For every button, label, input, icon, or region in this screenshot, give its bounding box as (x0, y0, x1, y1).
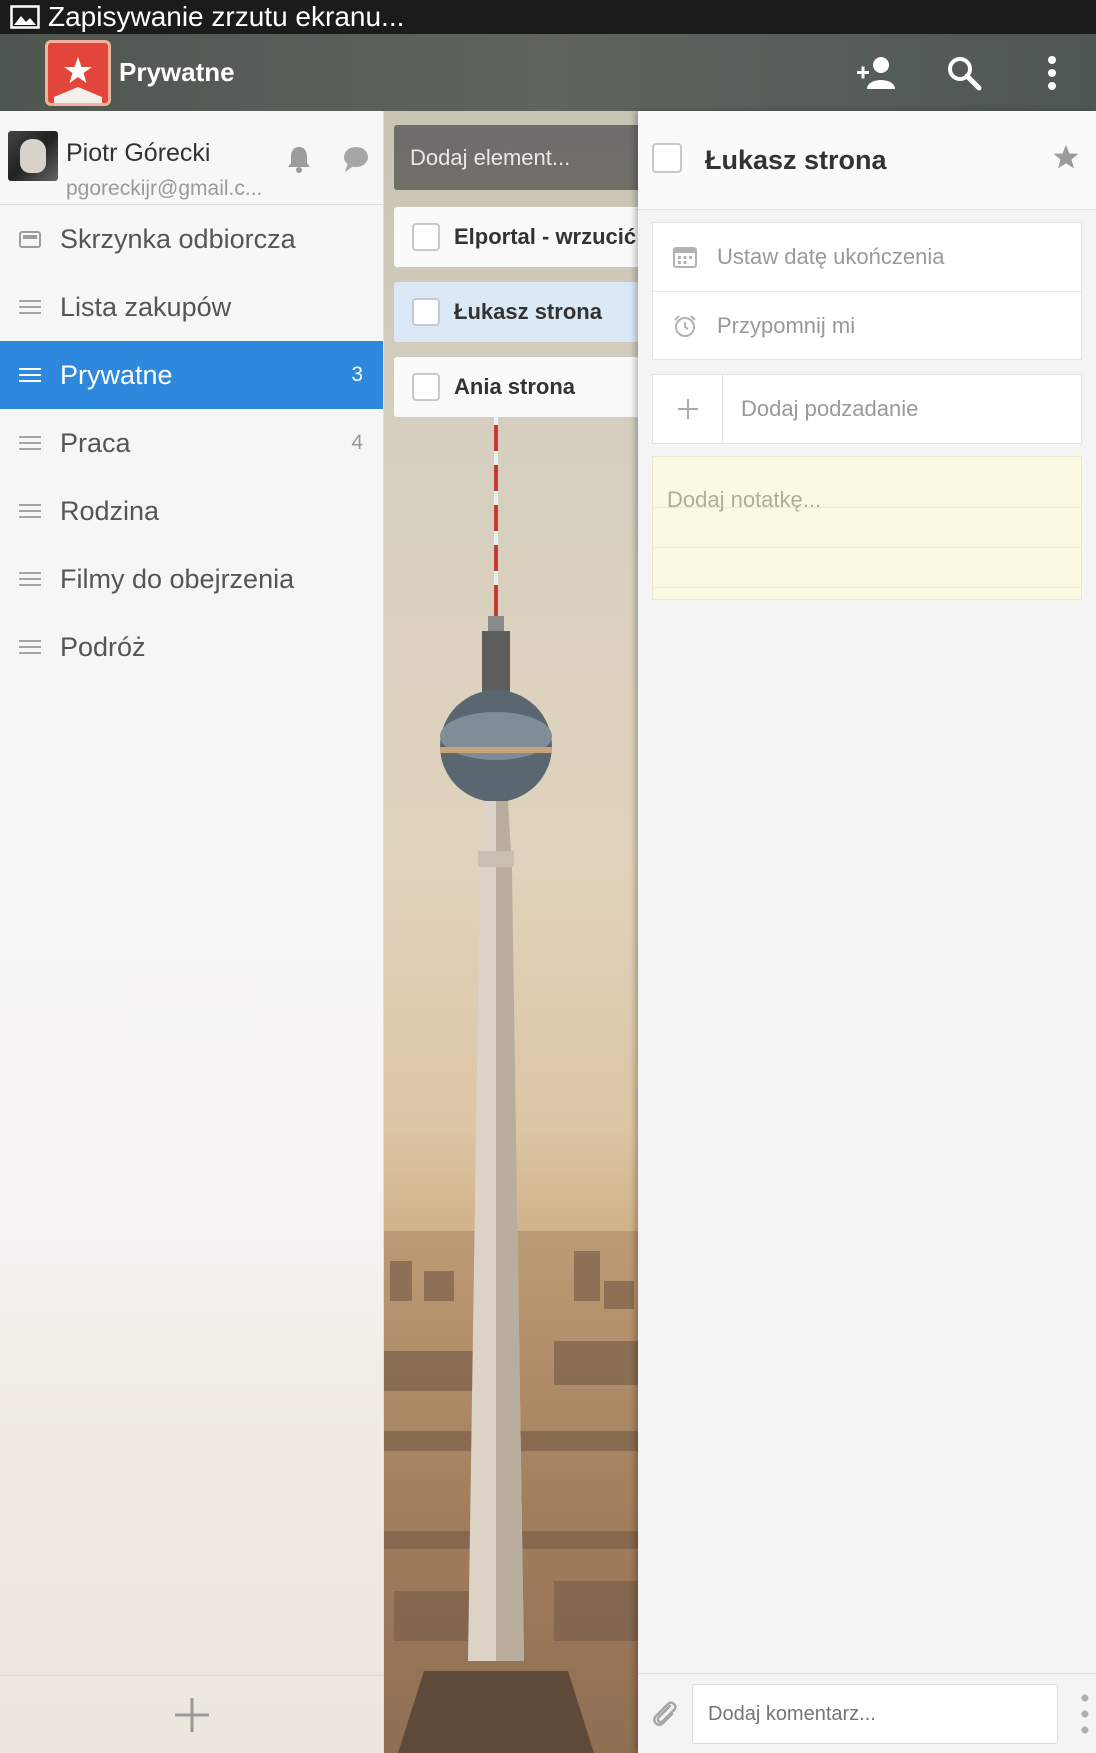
inbox-icon (19, 231, 41, 248)
task-list-panel: Dodaj element... Elportal - wrzucić Łuka… (384, 111, 638, 1753)
more-vertical-icon (1048, 55, 1056, 90)
calendar-icon (673, 247, 697, 268)
note-placeholder: Dodaj notatkę... (667, 487, 822, 512)
status-text: Zapisywanie zrzutu ekranu... (48, 1, 405, 32)
plus-icon (677, 399, 698, 419)
add-subtask-button[interactable] (653, 375, 723, 443)
status-bar: Zapisywanie zrzutu ekranu... (0, 0, 1096, 34)
profile-header[interactable]: Piotr Górecki pgoreckijr@gmail.c... (0, 111, 383, 205)
sidebar-list: Skrzynka odbiorcza Lista zakupów Prywatn… (0, 205, 383, 681)
app-logo (45, 39, 111, 106)
list-icon (19, 504, 41, 518)
sidebar-item-family[interactable]: Rodzina (0, 477, 383, 545)
task-item-ania-strona[interactable]: Ania strona (394, 357, 638, 417)
image-icon (10, 5, 40, 29)
dates-card: Ustaw datę ukończenia Przypomnij mi (652, 222, 1082, 360)
list-icon (19, 572, 41, 586)
sidebar-item-label: Skrzynka odbiorcza (60, 223, 296, 254)
note-area[interactable]: Dodaj notatkę... (652, 456, 1082, 600)
sidebar-item-movies[interactable]: Filmy do obejrzenia (0, 545, 383, 613)
add-subtask-label: Dodaj podzadanie (741, 396, 919, 421)
task-item-lukasz-strona[interactable]: Łukasz strona (394, 282, 638, 342)
add-list-button[interactable] (0, 1675, 384, 1753)
sidebar-item-label: Prywatne (60, 359, 173, 390)
chat-bubble-icon[interactable] (342, 145, 370, 173)
task-label: Ania strona (454, 374, 576, 399)
add-user-button[interactable] (832, 34, 920, 111)
detail-header: Łukasz strona (638, 111, 1096, 210)
app-bar: Prywatne (0, 34, 1096, 111)
add-user-icon (857, 56, 895, 89)
sidebar-item-count: 4 (351, 431, 363, 454)
task-checkbox[interactable] (412, 223, 440, 251)
sidebar-item-label: Podróż (60, 631, 146, 662)
sidebar-item-private[interactable]: Prywatne 3 (0, 341, 383, 409)
search-button[interactable] (920, 34, 1008, 111)
sidebar-item-label: Rodzina (60, 495, 160, 526)
sidebar-item-label: Praca (60, 427, 131, 458)
due-date-label: Ustaw datę ukończenia (717, 244, 945, 269)
plus-icon (175, 1697, 209, 1732)
star-ribbon-icon (54, 42, 102, 103)
add-subtask-row[interactable]: Dodaj podzadanie (653, 375, 1081, 443)
bell-icon[interactable] (286, 145, 312, 173)
due-date-row[interactable]: Ustaw datę ukończenia (653, 223, 1081, 291)
list-icon (19, 436, 41, 450)
paperclip-icon[interactable] (650, 1698, 678, 1728)
sidebar-item-inbox[interactable]: Skrzynka odbiorcza (0, 205, 383, 273)
task-label: Łukasz strona (454, 299, 602, 324)
list-icon (19, 368, 41, 382)
sidebar: Piotr Górecki pgoreckijr@gmail.c... Skrz… (0, 111, 384, 1753)
avatar (8, 131, 58, 181)
sidebar-item-label: Filmy do obejrzenia (60, 563, 295, 594)
comment-input[interactable] (692, 1684, 1058, 1744)
add-item-input[interactable]: Dodaj element... (394, 125, 638, 190)
list-icon (19, 300, 41, 314)
sidebar-item-shopping-list[interactable]: Lista zakupów (0, 273, 383, 341)
task-checkbox[interactable] (412, 373, 440, 401)
alarm-clock-icon (674, 314, 696, 337)
more-vertical-icon[interactable] (1080, 1692, 1090, 1736)
detail-title[interactable]: Łukasz strona (705, 145, 887, 176)
reminder-row[interactable]: Przypomnij mi (653, 291, 1081, 359)
reminder-label: Przypomnij mi (717, 312, 856, 338)
comment-bar (638, 1673, 1096, 1753)
star-icon[interactable] (1052, 143, 1080, 171)
task-checkbox[interactable] (412, 298, 440, 326)
sidebar-item-travel[interactable]: Podróż (0, 613, 383, 681)
list-icon (19, 640, 41, 654)
search-icon (948, 56, 982, 90)
profile-email: pgoreckijr@gmail.c... (66, 177, 263, 200)
task-item-elportal[interactable]: Elportal - wrzucić (394, 207, 638, 267)
subtask-card: Dodaj podzadanie (652, 374, 1082, 444)
sidebar-item-label: Lista zakupów (60, 291, 232, 322)
sidebar-item-count: 3 (351, 363, 363, 386)
sidebar-item-work[interactable]: Praca 4 (0, 409, 383, 477)
overflow-menu-button[interactable] (1008, 34, 1096, 111)
task-label: Elportal - wrzucić (454, 224, 637, 249)
detail-complete-checkbox[interactable] (652, 143, 682, 173)
profile-name: Piotr Górecki (66, 139, 211, 167)
app-title: Prywatne (119, 57, 235, 87)
task-detail-panel: Łukasz strona Ustaw datę ukończenia Przy… (638, 111, 1096, 1753)
